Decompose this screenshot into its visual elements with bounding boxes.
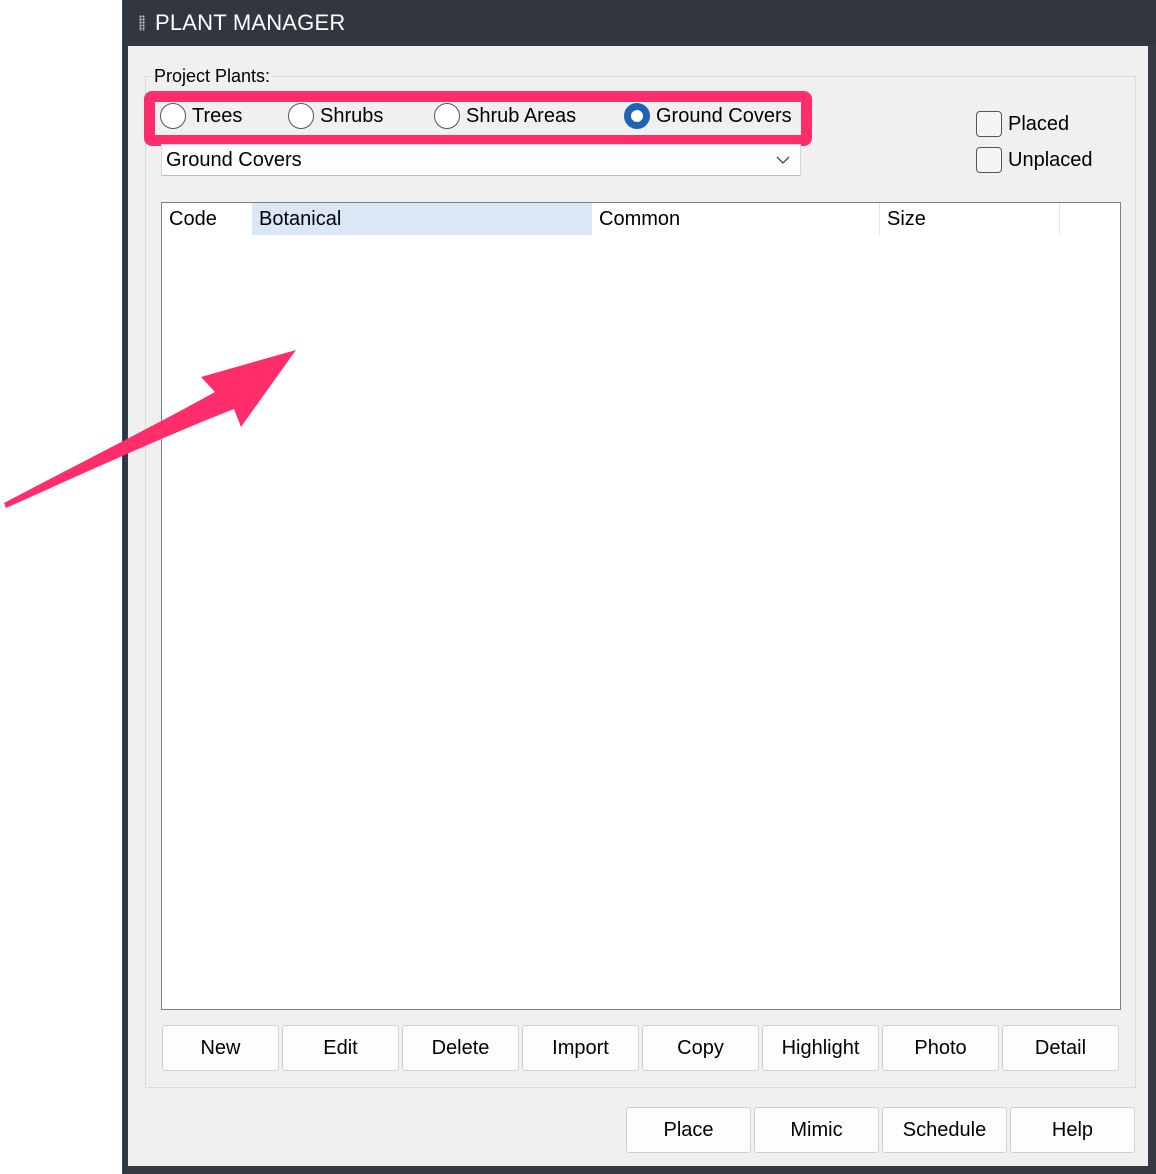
column-header-size[interactable]: Size xyxy=(880,203,1060,235)
drag-grip-icon[interactable] xyxy=(139,15,145,31)
column-header-botanical[interactable]: Botanical xyxy=(252,203,592,235)
category-select-value: Ground Covers xyxy=(166,148,302,171)
mimic-button[interactable]: Mimic xyxy=(754,1107,879,1153)
highlight-button[interactable]: Highlight xyxy=(762,1025,879,1071)
checkbox-icon xyxy=(976,111,1002,137)
radio-label: Trees xyxy=(192,104,243,127)
category-select[interactable]: Ground Covers xyxy=(161,144,801,176)
column-header-common[interactable]: Common xyxy=(592,203,880,235)
radio-shrub-areas[interactable]: Shrub Areas xyxy=(434,103,576,129)
radio-checked-icon xyxy=(624,103,650,129)
plant-manager-window: PLANT MANAGER Project Plants: Trees Shru… xyxy=(122,0,1156,1174)
checkbox-icon xyxy=(976,147,1002,173)
radio-circle-icon xyxy=(160,103,186,129)
chevron-down-icon xyxy=(776,156,790,164)
checkbox-label: Unplaced xyxy=(1008,148,1093,171)
project-plants-label: Project Plants: xyxy=(151,66,274,87)
plant-list[interactable]: Code Botanical Common Size xyxy=(161,202,1121,1010)
radio-shrubs[interactable]: Shrubs xyxy=(288,103,383,129)
title-bar[interactable]: PLANT MANAGER xyxy=(125,0,1156,46)
place-button[interactable]: Place xyxy=(626,1107,751,1153)
copy-button[interactable]: Copy xyxy=(642,1025,759,1071)
placed-checkbox[interactable]: Placed xyxy=(976,111,1069,137)
column-header-code[interactable]: Code xyxy=(162,203,252,235)
radio-label: Shrubs xyxy=(320,104,384,127)
dialog-body: Project Plants: Trees Shrubs Shrub Areas… xyxy=(128,46,1148,1166)
radio-trees[interactable]: Trees xyxy=(160,103,242,129)
radio-circle-icon xyxy=(288,103,314,129)
detail-button[interactable]: Detail xyxy=(1002,1025,1119,1071)
radio-label: Ground Covers xyxy=(656,104,792,127)
delete-button[interactable]: Delete xyxy=(402,1025,519,1071)
schedule-button[interactable]: Schedule xyxy=(882,1107,1007,1153)
window-title: PLANT MANAGER xyxy=(155,10,346,35)
photo-button[interactable]: Photo xyxy=(882,1025,999,1071)
radio-circle-icon xyxy=(434,103,460,129)
radio-label: Shrub Areas xyxy=(466,104,577,127)
help-button[interactable]: Help xyxy=(1010,1107,1135,1153)
plant-list-header: Code Botanical Common Size xyxy=(162,203,1120,235)
import-button[interactable]: Import xyxy=(522,1025,639,1071)
radio-ground-covers[interactable]: Ground Covers xyxy=(624,103,792,129)
edit-button[interactable]: Edit xyxy=(282,1025,399,1071)
new-button[interactable]: New xyxy=(162,1025,279,1071)
checkbox-label: Placed xyxy=(1008,112,1070,135)
unplaced-checkbox[interactable]: Unplaced xyxy=(976,147,1093,173)
